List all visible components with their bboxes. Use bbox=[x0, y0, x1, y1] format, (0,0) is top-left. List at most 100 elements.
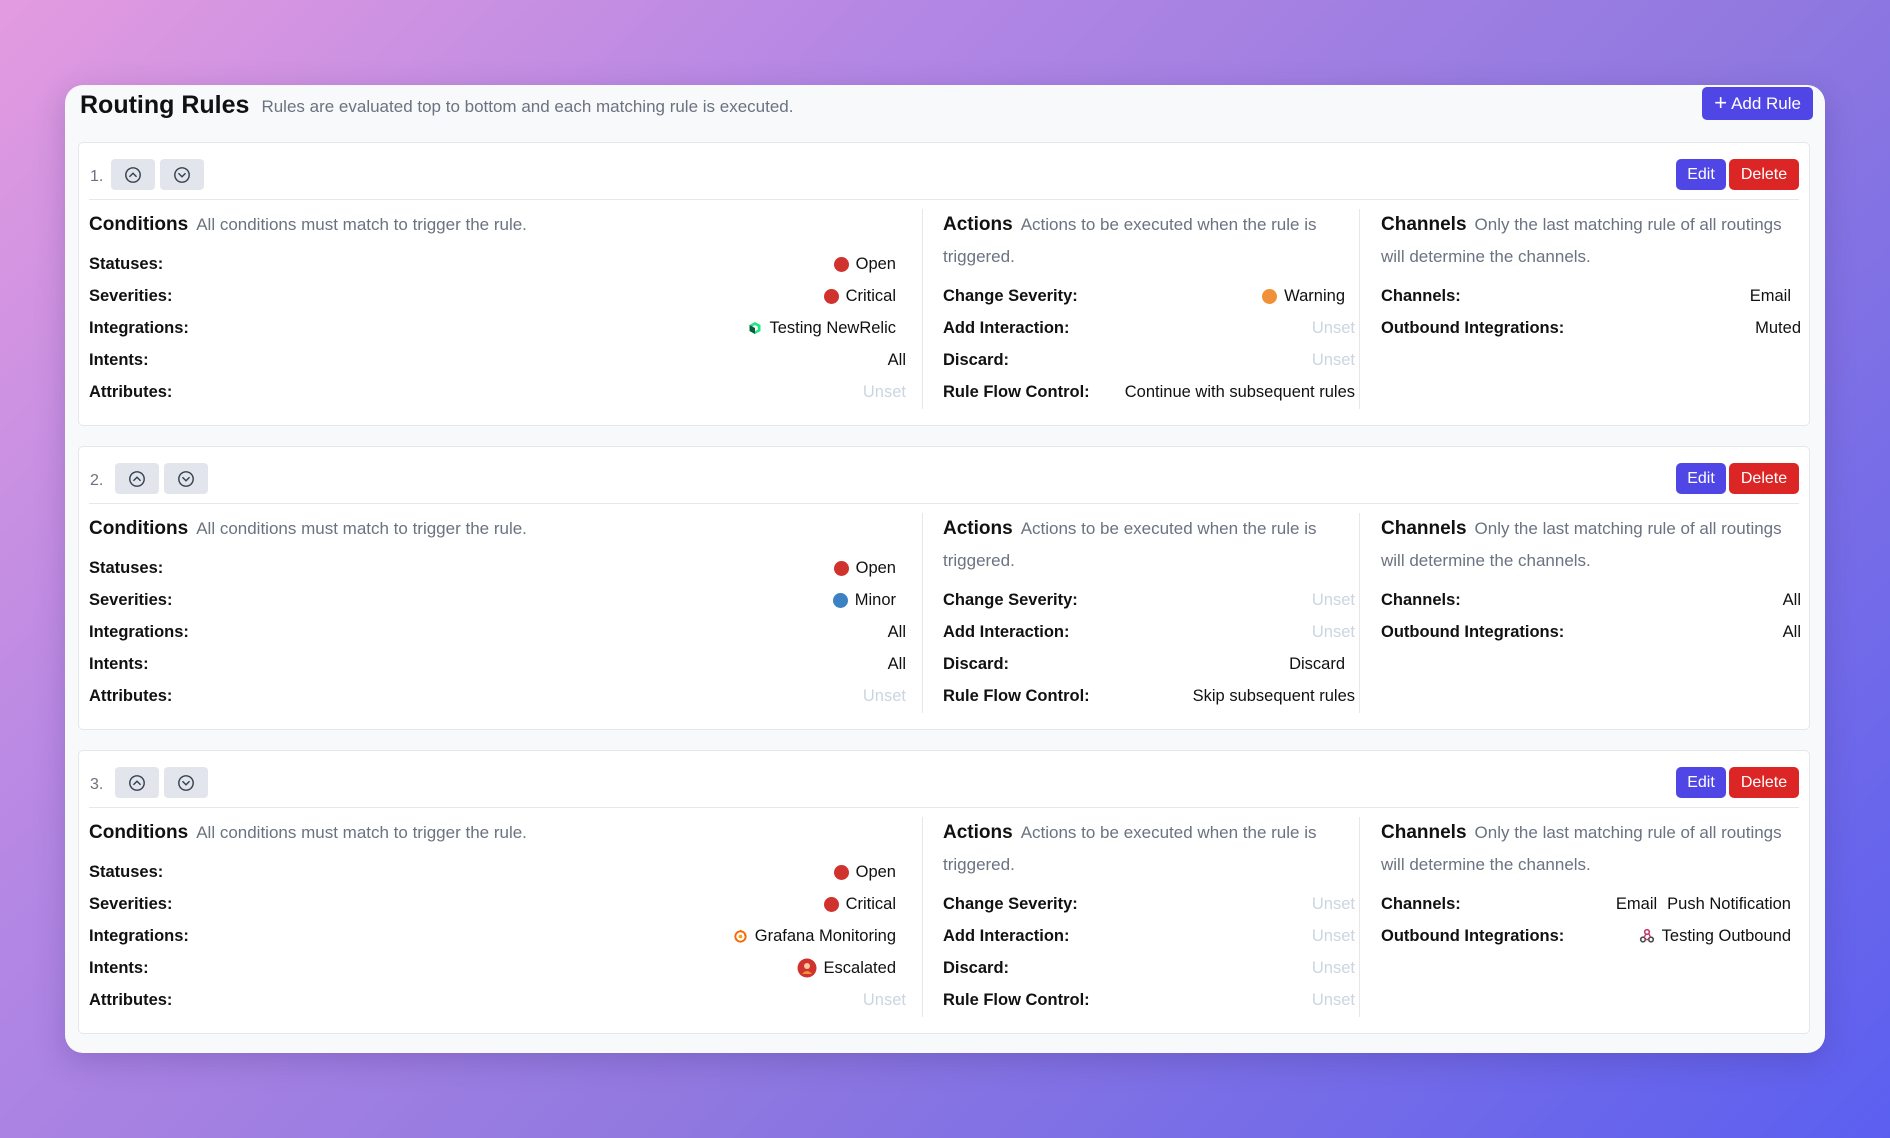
move-up-button[interactable] bbox=[115, 463, 159, 494]
channels-value: All bbox=[1782, 590, 1801, 609]
move-down-button[interactable] bbox=[160, 159, 204, 190]
add-interaction-value: Unset bbox=[1311, 926, 1355, 945]
outbound-integrations-label: Outbound Integrations: bbox=[1381, 926, 1565, 945]
actions-title: Actions bbox=[943, 822, 1013, 843]
move-up-button[interactable] bbox=[111, 159, 155, 190]
discard-value: Unset bbox=[1311, 958, 1355, 977]
newrelic-icon bbox=[749, 322, 761, 334]
divider bbox=[922, 513, 923, 713]
change-severity-label: Change Severity: bbox=[943, 894, 1078, 913]
severities-value: Critical bbox=[823, 287, 906, 306]
channels-value: Email Push Notification bbox=[1616, 895, 1801, 914]
intents-label: Intents: bbox=[89, 654, 149, 673]
severity-dot-icon bbox=[1262, 288, 1278, 304]
edit-button[interactable]: Edit bbox=[1676, 159, 1726, 190]
rule-toolbar: 2. Edit Delete bbox=[79, 447, 1809, 504]
channels-label: Channels: bbox=[1381, 590, 1461, 609]
statuses-label: Statuses: bbox=[89, 254, 164, 273]
discard-label: Discard: bbox=[943, 350, 1010, 369]
attributes-value: Unset bbox=[862, 990, 906, 1009]
integrations-value: Testing NewRelic bbox=[748, 319, 906, 338]
status-dot-icon bbox=[833, 864, 849, 880]
page-title: Routing Rules bbox=[80, 90, 250, 119]
discard-label: Discard: bbox=[943, 654, 1010, 673]
plus-icon: + bbox=[1714, 89, 1728, 115]
integrations-label: Integrations: bbox=[89, 622, 189, 641]
add-interaction-label: Add Interaction: bbox=[943, 318, 1070, 337]
statuses-label: Statuses: bbox=[89, 558, 164, 577]
divider bbox=[922, 209, 923, 409]
conditions-title: Conditions bbox=[89, 214, 189, 235]
conditions-section: Conditions All conditions must match to t… bbox=[89, 817, 906, 1027]
webhook-icon bbox=[1639, 928, 1654, 943]
statuses-value: Open bbox=[833, 255, 906, 274]
edit-button[interactable]: Edit bbox=[1676, 463, 1726, 494]
divider bbox=[1359, 817, 1360, 1017]
divider bbox=[89, 199, 1799, 200]
channels-title: Channels bbox=[1381, 214, 1467, 235]
severities-label: Severities: bbox=[89, 894, 173, 913]
rule-flow-control-label: Rule Flow Control: bbox=[943, 990, 1090, 1009]
discard-label: Discard: bbox=[943, 958, 1010, 977]
severity-dot-icon bbox=[823, 896, 839, 912]
move-down-button[interactable] bbox=[164, 767, 208, 798]
app-background: { "header": { "title": "Routing Rules", … bbox=[0, 0, 1890, 1138]
severities-value: Minor bbox=[832, 591, 906, 610]
change-severity-value: Unset bbox=[1311, 590, 1355, 609]
change-severity-value: Warning bbox=[1262, 287, 1355, 306]
divider bbox=[922, 817, 923, 1017]
conditions-title: Conditions bbox=[89, 822, 189, 843]
rule-flow-control-label: Rule Flow Control: bbox=[943, 382, 1090, 401]
delete-button[interactable]: Delete bbox=[1729, 463, 1799, 494]
divider bbox=[89, 503, 1799, 504]
move-down-button[interactable] bbox=[164, 463, 208, 494]
severities-label: Severities: bbox=[89, 286, 173, 305]
outbound-integrations-label: Outbound Integrations: bbox=[1381, 622, 1565, 641]
outbound-integrations-value: Testing Outbound bbox=[1639, 927, 1801, 946]
move-up-button[interactable] bbox=[115, 767, 159, 798]
attributes-label: Attributes: bbox=[89, 382, 173, 401]
delete-button[interactable]: Delete bbox=[1729, 159, 1799, 190]
edit-button[interactable]: Edit bbox=[1676, 767, 1726, 798]
statuses-label: Statuses: bbox=[89, 862, 164, 881]
rule-card: 2. Edit Delete Conditions All conditions … bbox=[78, 446, 1810, 730]
conditions-title: Conditions bbox=[89, 518, 189, 539]
conditions-section: Conditions All conditions must match to t… bbox=[89, 209, 906, 419]
rule-toolbar: 1. Edit Delete bbox=[79, 143, 1809, 200]
add-rule-label: Add Rule bbox=[1731, 93, 1801, 113]
attributes-label: Attributes: bbox=[89, 686, 173, 705]
channels-value: Email bbox=[1749, 286, 1791, 305]
chevron-up-circle-icon bbox=[129, 470, 145, 487]
intents-value: All bbox=[887, 654, 906, 673]
attributes-label: Attributes: bbox=[89, 990, 173, 1009]
status-dot-icon bbox=[833, 256, 849, 272]
rule-card: 3. Edit Delete Conditions All conditions … bbox=[78, 750, 1810, 1034]
channels-section: Channels Only the last matching rule of a… bbox=[1381, 209, 1801, 419]
channels-label: Channels: bbox=[1381, 286, 1461, 305]
change-severity-label: Change Severity: bbox=[943, 590, 1078, 609]
attributes-value: Unset bbox=[862, 686, 906, 705]
integrations-value: All bbox=[887, 622, 906, 641]
severity-dot-icon bbox=[823, 288, 839, 304]
chevron-up-circle-icon bbox=[125, 166, 141, 183]
rule-flow-control-value: Continue with subsequent rules bbox=[1124, 382, 1355, 401]
rule-flow-control-value: Skip subsequent rules bbox=[1192, 686, 1355, 705]
add-rule-button[interactable]: + Add Rule bbox=[1702, 87, 1813, 120]
actions-section: Actions Actions to be executed when the r… bbox=[943, 817, 1355, 1027]
channel-tag: Push Notification bbox=[1667, 894, 1791, 913]
actions-title: Actions bbox=[943, 214, 1013, 235]
outbound-integrations-value: Muted bbox=[1755, 318, 1801, 337]
divider bbox=[1359, 209, 1360, 409]
delete-button[interactable]: Delete bbox=[1729, 767, 1799, 798]
grafana-icon bbox=[734, 929, 747, 943]
page-subtitle: Rules are evaluated top to bottom and ea… bbox=[261, 97, 794, 116]
escalated-icon bbox=[797, 958, 817, 978]
change-severity-label: Change Severity: bbox=[943, 286, 1078, 305]
channels-section: Channels Only the last matching rule of a… bbox=[1381, 817, 1801, 1027]
status-dot-icon bbox=[833, 560, 849, 576]
chevron-down-circle-icon bbox=[174, 166, 190, 183]
add-interaction-label: Add Interaction: bbox=[943, 622, 1070, 641]
severity-dot-icon bbox=[832, 592, 848, 608]
chevron-up-circle-icon bbox=[129, 774, 145, 791]
severities-value: Critical bbox=[823, 895, 906, 914]
